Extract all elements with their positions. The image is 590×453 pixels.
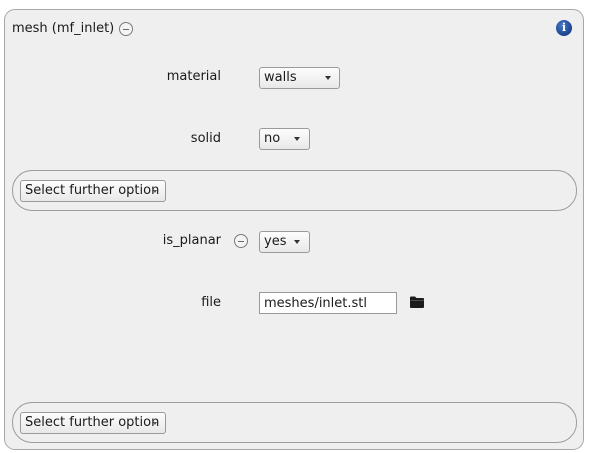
mesh-panel: mesh (mf_inlet) i material walls solid n… bbox=[4, 9, 584, 450]
further-option-group-1: Select further option bbox=[12, 170, 577, 211]
material-value: walls bbox=[264, 70, 297, 85]
chevron-down-icon bbox=[153, 190, 157, 193]
chevron-down-icon bbox=[153, 422, 157, 425]
info-icon[interactable]: i bbox=[556, 20, 572, 36]
panel-title: mesh (mf_inlet) bbox=[12, 21, 115, 36]
chevron-down-icon bbox=[294, 240, 300, 244]
is-planar-dropdown[interactable]: yes bbox=[259, 231, 310, 253]
remove-is-planar-icon[interactable] bbox=[234, 234, 248, 248]
select-further-option-dropdown-2[interactable]: Select further option bbox=[20, 412, 166, 434]
material-label: material bbox=[166, 69, 221, 84]
is-planar-value: yes bbox=[264, 234, 287, 249]
folder-icon[interactable] bbox=[409, 295, 425, 309]
select-further-option-label-1: Select further option bbox=[25, 183, 160, 198]
select-further-option-dropdown-1[interactable]: Select further option bbox=[20, 180, 166, 202]
solid-label: solid bbox=[190, 131, 221, 146]
file-label: file bbox=[201, 295, 221, 310]
is-planar-label: is_planar bbox=[162, 233, 221, 248]
further-option-group-2: Select further option bbox=[12, 402, 577, 443]
collapse-panel-icon[interactable] bbox=[119, 22, 133, 36]
solid-dropdown[interactable]: no bbox=[259, 128, 310, 150]
solid-value: no bbox=[264, 131, 281, 146]
select-further-option-label-2: Select further option bbox=[25, 415, 160, 430]
file-path-input[interactable] bbox=[259, 292, 397, 314]
chevron-down-icon bbox=[325, 76, 331, 80]
chevron-down-icon bbox=[294, 137, 300, 141]
material-dropdown[interactable]: walls bbox=[259, 67, 340, 89]
